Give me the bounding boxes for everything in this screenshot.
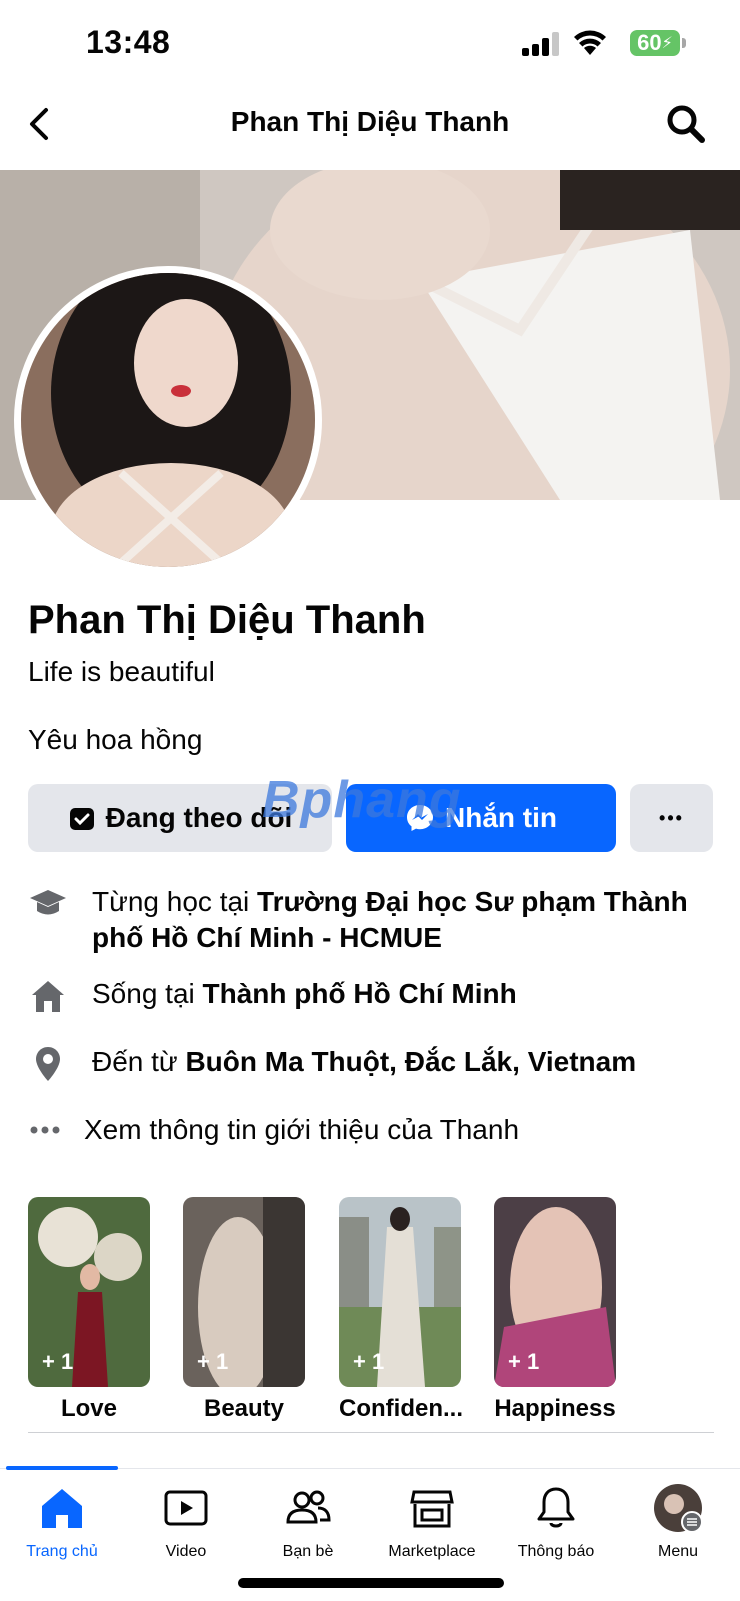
more-options-button[interactable]: •••: [630, 784, 713, 852]
highlight-count: + 1: [42, 1349, 74, 1374]
highlight-label: Happiness: [494, 1395, 616, 1422]
following-check-icon: [69, 808, 94, 830]
nav-title: Phan Thị Diệu Thanh: [230, 106, 510, 137]
tab-menu[interactable]: Menu: [616, 1476, 740, 1561]
tab-notifications-label: Thông báo: [517, 1543, 595, 1560]
location-pin-icon: [36, 1047, 60, 1081]
highlight-love[interactable]: + 1 Love: [28, 1197, 150, 1423]
cellular-signal-icon: [522, 32, 562, 56]
hometown-name[interactable]: Buôn Ma Thuột, Đắc Lắk, Vietnam: [185, 1046, 636, 1077]
highlight-label: Beauty: [203, 1395, 285, 1422]
tab-marketplace-label: Marketplace: [388, 1543, 476, 1560]
highlight-label: Love: [60, 1395, 117, 1422]
current-city-name[interactable]: Thành phố Hồ Chí Minh: [203, 978, 517, 1009]
video-icon: [164, 1490, 208, 1526]
profile-avatar[interactable]: [14, 266, 322, 574]
battery-indicator: 60 ⚡: [630, 30, 680, 56]
tab-menu-label: Menu: [657, 1543, 699, 1560]
highlight-count: + 1: [353, 1349, 385, 1374]
tab-friends-label: Bạn bè: [282, 1543, 334, 1560]
info-hometown-text: Đến từ Buôn Ma Thuột, Đắc Lắk, Vietnam: [92, 1046, 637, 1077]
highlight-beauty[interactable]: + 1 Beauty: [183, 1197, 305, 1423]
highlight-confidence[interactable]: + 1 Confiden...: [339, 1197, 463, 1423]
ellipsis-icon: [30, 1126, 60, 1134]
see-about-info-label: Xem thông tin giới thiệu của Thanh: [84, 1114, 520, 1145]
tab-friends[interactable]: Bạn bè: [246, 1476, 370, 1561]
tab-notifications[interactable]: Thông báo: [494, 1476, 618, 1561]
graduation-cap-icon: [30, 890, 66, 915]
tab-home[interactable]: Trang chủ: [0, 1476, 124, 1561]
search-icon[interactable]: [666, 104, 706, 144]
section-divider: [28, 1432, 714, 1433]
highlight-thumbnail: + 1: [339, 1197, 461, 1387]
more-options-label: •••: [659, 807, 684, 828]
wifi-icon: [574, 30, 606, 55]
home-icon: [42, 1489, 82, 1528]
battery-cap: [682, 38, 686, 48]
highlight-thumbnail: + 1: [183, 1197, 305, 1387]
tab-video[interactable]: Video: [124, 1476, 248, 1561]
highlight-count: + 1: [508, 1349, 540, 1374]
profile-intro-text: Yêu hoa hồng: [28, 724, 203, 755]
profile-avatar-icon: [654, 1484, 703, 1533]
highlight-thumbnail: + 1: [28, 1197, 150, 1387]
info-current-city-text: Sống tại Thành phố Hồ Chí Minh: [92, 978, 517, 1009]
bell-icon: [537, 1487, 575, 1528]
status-time: 13:48: [86, 24, 171, 60]
marketplace-icon: [410, 1490, 454, 1528]
active-tab-indicator: [6, 1466, 118, 1470]
watermark-logo: Bphang: [262, 771, 462, 829]
profile-name: Phan Thị Diệu Thanh: [28, 598, 426, 642]
tab-video-label: Video: [165, 1543, 207, 1560]
home-icon: [32, 981, 64, 1012]
highlight-happiness[interactable]: + 1 Happiness: [494, 1197, 616, 1423]
info-education-text: Từng học tại Trường Đại học Sư phạm Thàn…: [92, 886, 688, 953]
highlight-count: + 1: [197, 1349, 229, 1374]
highlight-label: Confiden...: [339, 1395, 463, 1422]
profile-bio: Life is beautiful: [28, 656, 215, 687]
message-button-label: Nhắn tin: [445, 802, 557, 833]
highlight-thumbnail: + 1: [494, 1197, 616, 1387]
home-indicator: [238, 1578, 504, 1588]
tab-home-label: Trang chủ: [26, 1543, 98, 1560]
tab-marketplace[interactable]: Marketplace: [370, 1476, 494, 1561]
friends-icon: [286, 1490, 331, 1524]
